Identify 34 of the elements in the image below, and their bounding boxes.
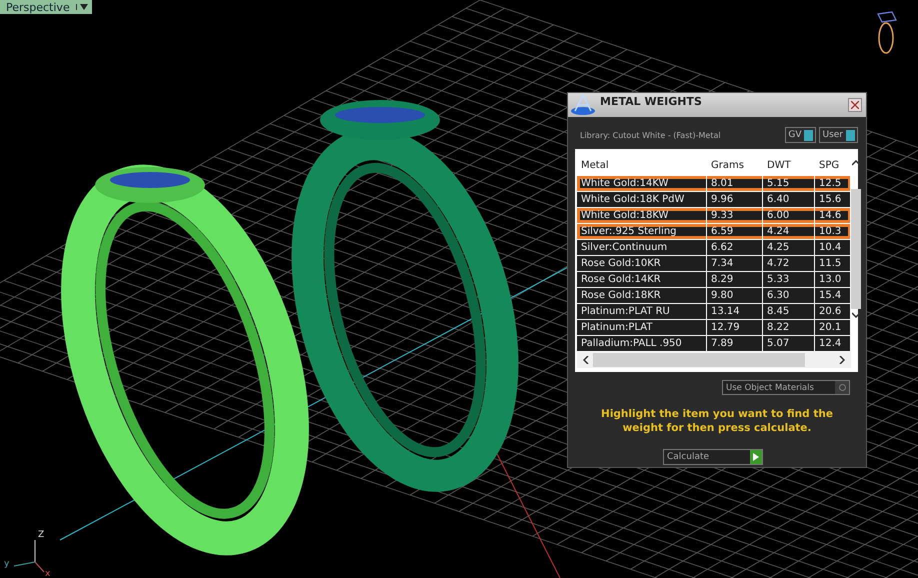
table-row[interactable]: Silver:.925 Sterling 6.59 4.24 10.3 xyxy=(577,224,851,240)
window-title: METAL WEIGHTS xyxy=(599,94,703,108)
instruction-text: Highlight the item you want to find the weight for then press calculate. xyxy=(600,407,834,435)
table-row[interactable]: White Gold:14KW 8.01 5.15 12.5 xyxy=(577,176,851,192)
toggle-switch[interactable]: GV xyxy=(785,127,816,143)
column-header[interactable]: Metal xyxy=(577,160,707,170)
axis-label: Z xyxy=(38,530,44,540)
table-row[interactable]: Palladium:PALL .950 7.89 5.07 12.4 xyxy=(577,336,851,352)
column-header[interactable]: DWT xyxy=(763,160,815,170)
caret-icon xyxy=(76,4,88,10)
table-row[interactable]: Rose Gold:18KR 9.80 6.30 15.4 xyxy=(577,288,851,304)
table-row[interactable]: Silver:Continuum 6.62 4.25 10.4 xyxy=(577,240,851,256)
play-icon xyxy=(753,453,759,461)
column-header[interactable]: SPG xyxy=(815,160,851,170)
ring-wireframe-icon[interactable] xyxy=(877,11,897,54)
table-row[interactable]: Rose Gold:14KR 8.29 5.33 13.0 xyxy=(577,272,851,288)
viewport-tab[interactable]: Perspective xyxy=(0,0,92,14)
pyramid-icon xyxy=(570,94,596,116)
library-label: Library: Cutout White - (Fast)-Metal xyxy=(580,130,721,140)
horizontal-scrollbar[interactable] xyxy=(577,352,851,368)
table-row[interactable]: Platinum:PLAT 12.79 8.22 20.1 xyxy=(577,320,851,336)
calculate-button[interactable]: Calculate xyxy=(663,449,763,465)
axis-label: y xyxy=(4,559,10,569)
table-row[interactable]: White Gold:18KW 9.33 6.00 14.6 xyxy=(577,208,851,224)
toggle-switch[interactable]: User xyxy=(819,127,858,143)
axis-label: x xyxy=(45,569,50,578)
close-button[interactable] xyxy=(848,98,862,112)
table-row[interactable]: Platinum:PLAT RU 13.14 8.45 20.6 xyxy=(577,304,851,320)
table-row[interactable]: Rose Gold:10KR 7.34 4.72 11.5 xyxy=(577,256,851,272)
use-object-materials-checkbox[interactable]: Use Object Materials xyxy=(722,380,850,395)
close-icon xyxy=(851,101,859,109)
column-header[interactable]: Grams xyxy=(707,160,763,170)
table-row[interactable]: White Gold:18K PdW 9.96 6.40 15.6 xyxy=(577,192,851,208)
axis-icon xyxy=(14,540,44,572)
